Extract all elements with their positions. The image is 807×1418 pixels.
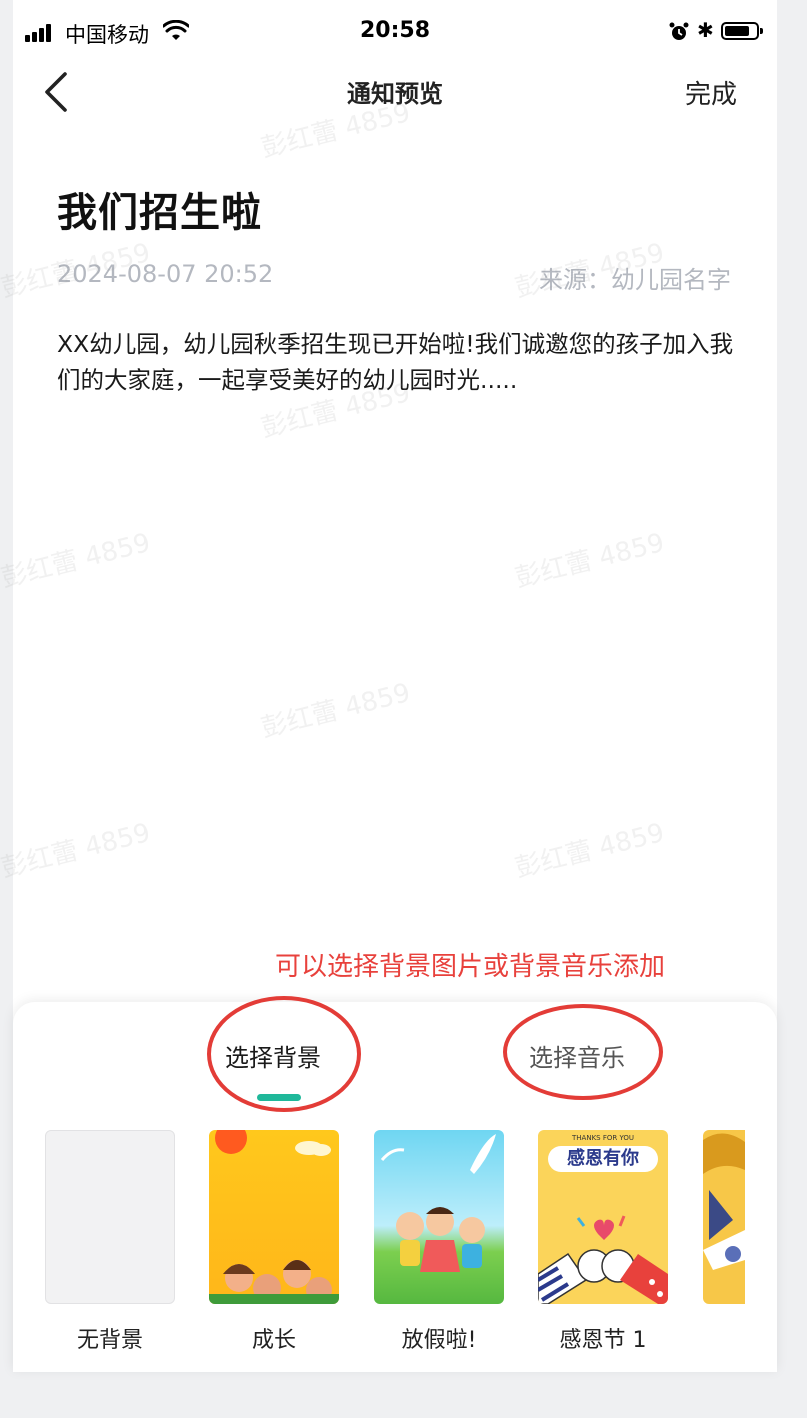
bluetooth-icon: ✱ xyxy=(697,18,714,42)
tab-select-background[interactable]: 选择背景 xyxy=(225,1038,321,1073)
background-option-vacation[interactable]: 放假啦! xyxy=(374,1130,504,1353)
page-title: 通知预览 xyxy=(347,80,443,108)
background-thumbnail xyxy=(45,1130,175,1304)
nav-bar: 通知预览 完成 xyxy=(13,64,777,120)
background-option-growth[interactable]: 成长 xyxy=(209,1130,339,1353)
bottom-sheet: 选择背景 选择音乐 无背景 成长 放假啦! THANKS FOR YOU 感恩有… xyxy=(13,996,777,1372)
notice-date: 2024-08-07 20:52 xyxy=(57,260,274,288)
active-tab-indicator xyxy=(257,1094,301,1101)
background-thumbnail: THANKS FOR YOU 感恩有你 xyxy=(538,1130,668,1304)
status-bar: 中国移动 20:58 ✱ xyxy=(13,0,777,64)
background-label: 无背景 xyxy=(76,1328,143,1353)
alarm-icon xyxy=(669,22,689,40)
phone-screen: 中国移动 20:58 ✱ 通知预览 完成 我们招生啦 2024-08-07 20… xyxy=(0,0,777,1372)
watermark: 彭红蕾 4859 xyxy=(0,817,154,884)
background-option-partial[interactable] xyxy=(703,1130,745,1304)
watermark: 彭红蕾 4859 xyxy=(0,527,154,594)
annotation-text: 可以选择背景图片或背景音乐添加 xyxy=(275,952,666,982)
background-thumbnail xyxy=(703,1130,745,1304)
notice-body: XX幼儿园，幼儿园秋季招生现已开始啦!我们诚邀您的孩子加入我们的大家庭，一起享受… xyxy=(57,330,734,394)
watermark: 彭红蕾 4859 xyxy=(512,527,668,594)
background-option-none[interactable]: 无背景 xyxy=(45,1130,175,1353)
tab-select-music[interactable]: 选择音乐 xyxy=(529,1038,625,1073)
done-button[interactable]: 完成 xyxy=(685,74,737,111)
watermark: 彭红蕾 4859 xyxy=(512,817,668,884)
background-label: 成长 xyxy=(251,1328,296,1353)
background-option-thanksgiving[interactable]: THANKS FOR YOU 感恩有你 感恩节 1 xyxy=(538,1130,668,1353)
background-thumbnail xyxy=(209,1130,339,1304)
notice-source: 来源：幼儿园名字 xyxy=(539,266,731,294)
background-label: 感恩节 1 xyxy=(559,1328,647,1353)
background-label: 放假啦! xyxy=(401,1328,477,1353)
background-thumbnail xyxy=(374,1130,504,1304)
watermark: 彭红蕾 4859 xyxy=(258,677,414,744)
notice-title: 我们招生啦 xyxy=(57,190,262,236)
battery-icon xyxy=(721,22,763,40)
status-time: 20:58 xyxy=(359,18,431,43)
background-list: 无背景 成长 放假啦! THANKS FOR YOU 感恩有你 感恩节 1 xyxy=(13,1130,777,1370)
